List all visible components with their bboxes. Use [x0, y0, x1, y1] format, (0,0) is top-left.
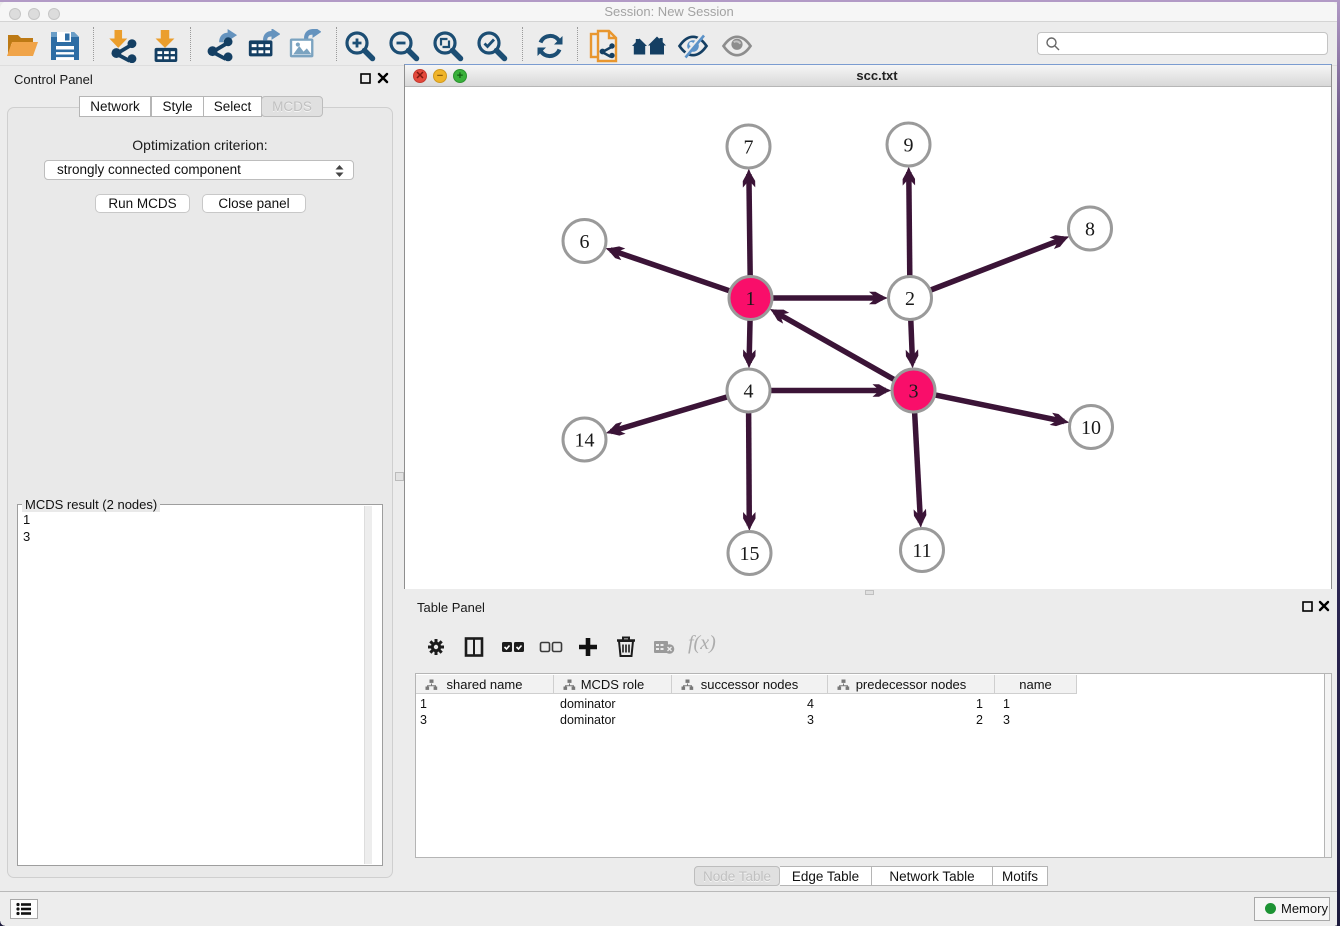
- svg-text:10: 10: [1081, 417, 1101, 439]
- svg-text:2: 2: [905, 288, 915, 310]
- svg-text:4: 4: [744, 381, 754, 403]
- svg-text:8: 8: [1085, 219, 1095, 241]
- svg-text:1: 1: [746, 288, 756, 310]
- svg-text:15: 15: [740, 543, 760, 565]
- svg-text:6: 6: [580, 231, 590, 253]
- svg-text:11: 11: [912, 540, 931, 562]
- svg-text:3: 3: [909, 381, 919, 403]
- svg-text:9: 9: [904, 135, 914, 157]
- svg-text:14: 14: [575, 430, 595, 452]
- svg-text:7: 7: [744, 137, 754, 159]
